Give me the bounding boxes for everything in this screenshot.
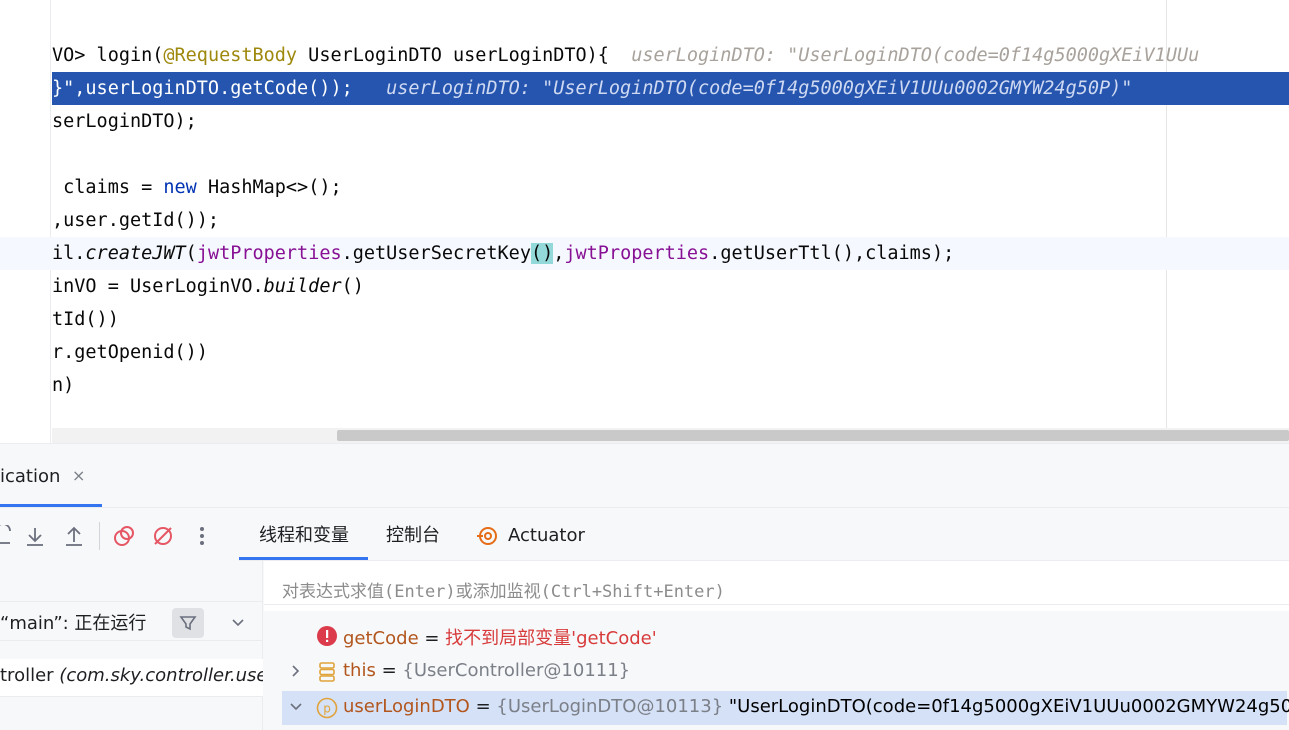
code-text: il. bbox=[52, 243, 86, 264]
tab-actuator[interactable]: Actuator bbox=[476, 522, 585, 550]
variable-name: getCode bbox=[343, 628, 419, 649]
filter-icon[interactable] bbox=[172, 608, 204, 638]
view-breakpoints-icon[interactable] bbox=[111, 523, 137, 549]
code-text: }",userLoginDTO.getCode()); bbox=[52, 78, 353, 99]
frame-package: (com.sky.controller.user bbox=[59, 665, 263, 686]
debug-session-label: ication bbox=[0, 466, 61, 487]
code-text: claims = bbox=[52, 177, 164, 198]
code-text: r.getOpenid()) bbox=[52, 342, 208, 363]
toolbar-separator bbox=[99, 522, 100, 550]
variable-row[interactable]: getCode = 找不到局部变量'getCode' bbox=[284, 619, 1289, 653]
step-out-icon[interactable] bbox=[61, 523, 87, 549]
variable-reference: {UserController@10111} bbox=[402, 660, 631, 681]
variable-row[interactable]: this = {UserController@10111} bbox=[284, 655, 1289, 689]
code-text: VO> login( bbox=[52, 45, 164, 66]
code-text: .getUserTtl(),claims); bbox=[709, 243, 955, 264]
variables-tree: getCode = 找不到局部变量'getCode' this = {UserC… bbox=[264, 611, 1289, 730]
code-line[interactable]: ,user.getId()); bbox=[0, 204, 1289, 237]
code-text: ( bbox=[185, 243, 197, 264]
variable-separator: = bbox=[375, 660, 403, 681]
variables-pane: 对表达式求值(Enter)或添加监视(Ctrl+Shift+Enter) get… bbox=[264, 561, 1289, 730]
code-line[interactable]: claims = new HashMap<>(); bbox=[0, 171, 1289, 204]
object-icon bbox=[316, 661, 338, 683]
variable-row-selected[interactable]: p userLoginDTO = {UserLoginDTO@10113} "U… bbox=[282, 691, 1289, 725]
variable-reference: {UserLoginDTO@10113} bbox=[496, 696, 724, 717]
variable-value: "UserLoginDTO(code=0f14g5000gXEiV1UUu000… bbox=[723, 696, 1289, 717]
variable-name: this bbox=[343, 660, 376, 681]
error-icon bbox=[316, 625, 338, 647]
more-options-icon[interactable] bbox=[189, 523, 215, 549]
code-text: UserLoginDTO userLoginDTO){ bbox=[297, 45, 609, 66]
tab-console[interactable]: 控制台 bbox=[386, 522, 440, 550]
code-text: , bbox=[553, 243, 565, 264]
thread-label: “main”: 正在运行 bbox=[0, 613, 147, 634]
static-method-text: builder bbox=[263, 276, 342, 297]
debug-session-tab[interactable]: ication × bbox=[0, 460, 102, 488]
variable-error: 找不到局部变量'getCode' bbox=[445, 628, 657, 649]
chevron-down-icon[interactable] bbox=[228, 612, 248, 632]
svg-text:p: p bbox=[323, 702, 331, 716]
frame-class: troller bbox=[0, 665, 54, 686]
variable-name: userLoginDTO bbox=[343, 696, 470, 717]
eval-placeholder: 对表达式求值(Enter)或添加监视(Ctrl+Shift+Enter) bbox=[282, 582, 725, 602]
frames-pane: “main”: 正在运行 troller (com.sky.controller… bbox=[0, 561, 263, 730]
code-text: HashMap<>(); bbox=[196, 177, 342, 198]
tab-divider bbox=[0, 507, 1289, 508]
tab-actuator-label: Actuator bbox=[508, 525, 585, 546]
code-line[interactable]: VO> login(@RequestBody UserLoginDTO user… bbox=[0, 39, 1289, 72]
field-text: jwtProperties bbox=[564, 243, 710, 264]
chevron-down-icon[interactable] bbox=[288, 699, 304, 715]
inline-debug-value: userLoginDTO: "UserLoginDTO(code=0f14g50… bbox=[386, 78, 1133, 99]
code-text: tId()) bbox=[52, 309, 119, 330]
tab-threads-variables[interactable]: 线程和变量 bbox=[259, 522, 349, 550]
code-text: inVO = UserLoginVO. bbox=[52, 276, 264, 297]
debug-tool-window: ication × 线程和变量 控制台 Actuator “main”: 正在运… bbox=[0, 443, 1289, 730]
code-editor[interactable]: VO> login(@RequestBody UserLoginDTO user… bbox=[0, 0, 1289, 443]
code-text: n) bbox=[52, 375, 75, 396]
mute-breakpoints-icon[interactable] bbox=[150, 523, 176, 549]
inline-debug-value: userLoginDTO: "UserLoginDTO(code=0f14g50… bbox=[631, 45, 1200, 66]
actuator-icon bbox=[476, 524, 500, 548]
code-line[interactable]: serLoginDTO); bbox=[0, 105, 1289, 138]
brace-match-highlight: () bbox=[530, 243, 554, 264]
keyword-text: new bbox=[163, 177, 197, 198]
code-text: serLoginDTO); bbox=[52, 111, 197, 132]
step-into-icon[interactable] bbox=[22, 523, 48, 549]
evaluate-expression-input[interactable]: 对表达式求值(Enter)或添加监视(Ctrl+Shift+Enter) bbox=[264, 571, 1289, 605]
close-icon[interactable]: × bbox=[72, 466, 85, 485]
step-over-icon[interactable] bbox=[0, 523, 16, 549]
variable-separator: = bbox=[469, 696, 497, 717]
static-method-text: createJWT bbox=[85, 243, 186, 264]
field-text: jwtProperties bbox=[196, 243, 342, 264]
code-line[interactable]: tId()) bbox=[0, 303, 1289, 336]
variable-separator: = bbox=[418, 628, 446, 649]
code-line[interactable]: inVO = UserLoginVO.builder() bbox=[0, 270, 1289, 303]
highlighted-execution-line[interactable]: }",userLoginDTO.getCode()); userLoginDTO… bbox=[52, 72, 1289, 105]
code-text: ,user.getId()); bbox=[52, 210, 220, 231]
stack-frame-item[interactable]: troller (com.sky.controller.user bbox=[0, 659, 263, 697]
code-line[interactable]: r.getOpenid()) bbox=[0, 336, 1289, 369]
code-line[interactable]: n) bbox=[0, 369, 1289, 402]
code-text: () bbox=[341, 276, 364, 297]
annotation-text: @RequestBody bbox=[163, 45, 298, 66]
caret-line[interactable]: il.createJWT(jwtProperties.getUserSecret… bbox=[0, 237, 1289, 270]
code-text: .getUserSecretKey bbox=[341, 243, 531, 264]
chevron-right-icon[interactable] bbox=[288, 663, 304, 679]
horizontal-scrollbar-thumb[interactable] bbox=[337, 430, 1289, 441]
thread-selector[interactable]: “main”: 正在运行 bbox=[0, 601, 263, 641]
parameter-icon: p bbox=[316, 697, 338, 719]
